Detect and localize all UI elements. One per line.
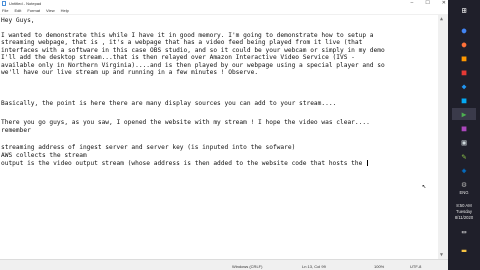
close-button[interactable]: ✕ [442, 0, 446, 6]
app-icon-green[interactable]: ▶ [452, 108, 476, 120]
title-bar[interactable]: Untitled - Notepad – ☐ ✕ [0, 0, 448, 8]
text-caret [367, 160, 368, 166]
firefox-icon[interactable]: ● [457, 38, 471, 50]
scroll-down-icon[interactable]: ▼ [440, 252, 443, 258]
minimize-button[interactable]: – [411, 0, 414, 6]
editor-line-current: output is the video output stream (whose… [1, 160, 368, 167]
text-editor[interactable]: Hey Guys, I wanted to demonstrate this w… [0, 15, 438, 259]
window-title: Untitled - Notepad [9, 1, 42, 6]
language-indicator[interactable]: ENG [448, 190, 480, 196]
editor-line: we'll have our live stream up and runnin… [1, 69, 259, 76]
editor-line: AWS collects the stream [1, 152, 87, 159]
notepad-app-icon [2, 1, 6, 6]
status-cursor-position: Ln 13, Col 99 [302, 264, 326, 269]
clock-date: 8/11/2020 [454, 215, 474, 220]
editor-line: streaming address of ingest server and s… [1, 144, 296, 151]
maximize-button[interactable]: ☐ [425, 0, 429, 6]
chrome-icon[interactable]: ● [457, 24, 471, 36]
terminal-icon[interactable]: ▣ [457, 136, 471, 148]
clock-day: Tuesday [456, 209, 472, 214]
status-zoom: 100% [374, 264, 385, 269]
editor-line-text: output is the video output stream (whose… [1, 160, 367, 167]
notification-icon[interactable]: ▭ [457, 226, 471, 238]
editor-line: remember [1, 127, 31, 134]
notepad-icon[interactable]: ✎ [457, 150, 471, 162]
app-icon-blue[interactable]: ■ [457, 94, 471, 106]
status-bar: Windows (CRLF) Ln 13, Col 99 100% UTF-8 [0, 259, 448, 270]
scroll-up-icon[interactable]: ▲ [440, 16, 443, 22]
vscode-icon[interactable]: ◈ [457, 164, 471, 176]
editor-line: I wanted to demonstrate this while I hav… [1, 32, 374, 39]
menu-edit[interactable]: Edit [14, 8, 21, 14]
taskbar: ⊞ ● ● ■ ■ ◆ ■ ▶ ■ ▣ ✎ ◈ ⚙ ENG 8:50 AM Tu… [448, 0, 480, 270]
app-icon-orange[interactable]: ■ [457, 52, 471, 64]
edge-icon[interactable]: ◆ [457, 80, 471, 92]
menu-view[interactable]: View [46, 8, 55, 14]
editor-line: interfaces with a software in this case … [1, 47, 385, 54]
mouse-cursor-icon: ↖ [422, 182, 427, 190]
menu-help[interactable]: Help [61, 8, 69, 14]
file-explorer-icon[interactable]: ▬ [457, 244, 471, 256]
start-button-icon[interactable]: ⊞ [457, 4, 471, 16]
status-line-endings: Windows (CRLF) [232, 264, 263, 269]
vertical-scrollbar[interactable]: ▲ ▼ [438, 15, 448, 259]
settings-icon[interactable]: ⚙ [457, 178, 471, 190]
app-icon-purple[interactable]: ■ [457, 122, 471, 134]
notepad-window: Untitled - Notepad – ☐ ✕ File Edit Forma… [0, 0, 448, 270]
menu-bar: File Edit Format View Help [0, 8, 448, 15]
menu-file[interactable]: File [2, 8, 8, 14]
status-charset: UTF-8 [410, 264, 422, 269]
editor-line: There you go guys, as you saw, I opened … [1, 119, 370, 126]
editor-line: I'll add the desktop stream...that is th… [1, 54, 355, 61]
menu-format[interactable]: Format [27, 8, 40, 14]
editor-line: available only in Northern Virginia)....… [1, 62, 385, 69]
editor-line: streaming webpage, that is , it's a webp… [1, 39, 363, 46]
clock-time[interactable]: 8:50 AM [448, 203, 480, 209]
editor-line: Hey Guys, [1, 17, 35, 24]
app-icon-red[interactable]: ■ [457, 66, 471, 78]
editor-line: Basically, the point is here there are m… [1, 100, 337, 107]
